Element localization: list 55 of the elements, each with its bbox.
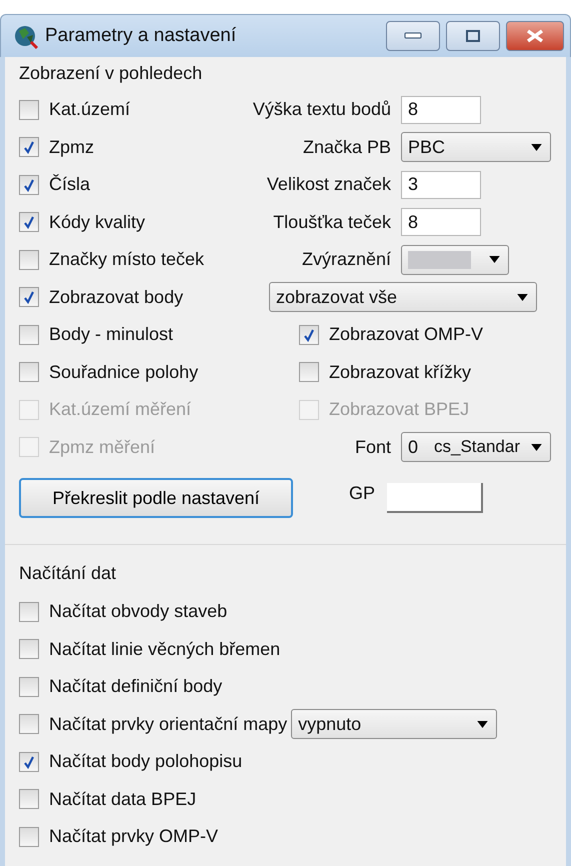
redraw-button[interactable]: Překreslit podle nastavení xyxy=(19,478,293,518)
field-label: Zvýraznění xyxy=(300,249,391,270)
font-dropdown[interactable]: 0 cs_Standar xyxy=(401,432,551,462)
checkbox[interactable]: Zobrazovat body xyxy=(19,286,245,308)
check-icon xyxy=(22,754,36,769)
dropdown[interactable]: zobrazovat vše xyxy=(269,282,537,312)
minimize-button[interactable] xyxy=(386,21,440,51)
checkbox[interactable]: Načítat body polohopisu xyxy=(19,751,242,772)
input-field[interactable]: 8 xyxy=(401,208,481,236)
check-icon xyxy=(22,140,36,154)
caret-icon xyxy=(517,294,528,301)
caret-icon xyxy=(489,256,500,264)
field-label: Font xyxy=(354,436,391,458)
input-field[interactable] xyxy=(387,483,484,513)
checkbox[interactable]: Načítat prvky orientační mapy xyxy=(19,714,288,735)
field-label: Tloušťka teček xyxy=(272,212,391,233)
maximize-button[interactable] xyxy=(446,21,500,51)
window-title: Parametry a nastavení xyxy=(45,25,238,47)
check-icon xyxy=(302,328,316,342)
field-label: Značka PB xyxy=(302,136,391,158)
field-label: Výška textu bodů xyxy=(252,99,391,120)
input-field[interactable]: 3 xyxy=(401,170,481,199)
check-icon xyxy=(22,215,36,230)
caret-icon xyxy=(477,720,488,728)
checkbox[interactable]: Načítat definiční body xyxy=(19,676,222,698)
globe-icon xyxy=(13,23,39,49)
input-field[interactable]: 8 xyxy=(401,96,481,124)
maximize-icon xyxy=(466,30,480,42)
section-title: Zobrazení v pohledech xyxy=(19,63,204,85)
close-button[interactable] xyxy=(506,21,564,51)
checkbox[interactable]: Souřadnice polohy xyxy=(19,362,245,383)
checkbox[interactable]: Body - minulost xyxy=(19,324,245,346)
section-title: Načítání dat xyxy=(19,563,118,585)
checkbox[interactable]: Načítat linie věcných břemen xyxy=(19,638,280,660)
checkbox[interactable]: Zobrazovat OMP-V xyxy=(299,324,484,346)
check-icon xyxy=(22,290,36,304)
dropdown[interactable]: PBC xyxy=(401,132,551,162)
checkbox[interactable]: Zobrazovat křížky xyxy=(299,362,472,383)
field-label: GP xyxy=(349,482,376,504)
caret-icon xyxy=(531,444,542,451)
checkbox[interactable]: Načítat obvody staveb xyxy=(19,601,228,622)
color-dropdown[interactable] xyxy=(401,244,509,275)
dropdown[interactable]: vypnuto xyxy=(291,709,498,740)
checkbox[interactable]: Značky místo teček xyxy=(19,249,245,270)
close-icon xyxy=(525,29,545,43)
checkbox[interactable]: Načítat data BPEJ xyxy=(19,788,196,810)
minimize-icon xyxy=(404,32,422,40)
checkbox[interactable]: Čísla xyxy=(19,174,245,196)
checkbox[interactable]: Načítat prvky OMP-V xyxy=(19,826,218,848)
checkbox[interactable]: Kódy kvality xyxy=(19,212,245,233)
checkbox[interactable]: Kat.území xyxy=(19,99,245,120)
caret-icon xyxy=(531,144,542,151)
field-label: Velikost značek xyxy=(266,174,391,196)
checkbox[interactable]: Zpmz xyxy=(19,136,245,158)
check-icon xyxy=(22,178,36,192)
